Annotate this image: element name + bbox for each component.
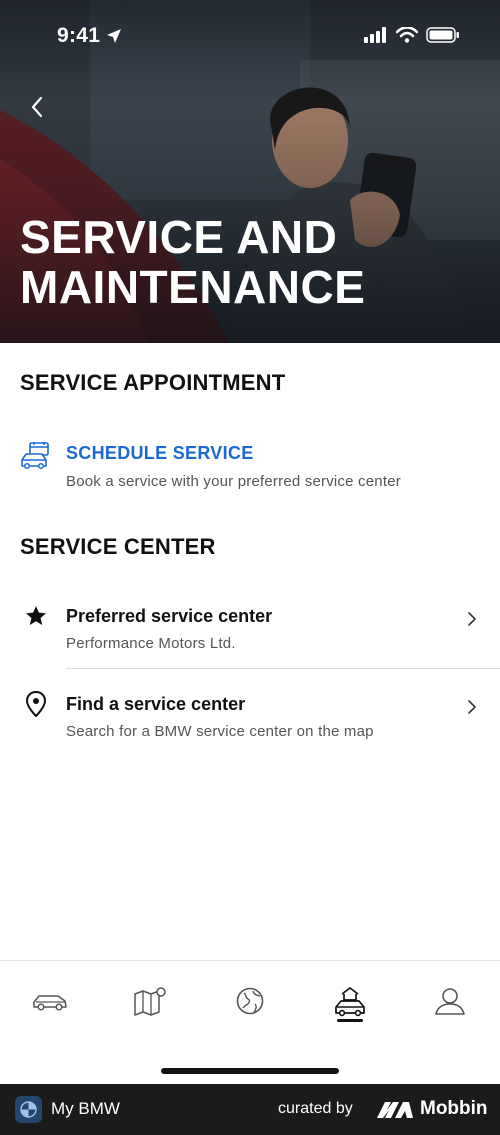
chevron-right-icon (468, 700, 476, 714)
map-icon (134, 987, 166, 1016)
wifi-icon (396, 27, 418, 43)
back-button[interactable] (22, 92, 52, 122)
active-tab-indicator (337, 1019, 363, 1022)
mobbin-logo-icon (377, 1102, 413, 1118)
footer-curated-by: curated by (278, 1100, 353, 1117)
schedule-service-subtitle: Book a service with your preferred servi… (66, 473, 401, 490)
page-title: SERVICE AND MAINTENANCE (20, 211, 366, 313)
star-icon (20, 600, 52, 632)
globe-icon (236, 987, 264, 1015)
status-bar: 9:41 (0, 0, 500, 76)
status-time: 9:41 (57, 24, 101, 47)
schedule-service-title: SCHEDULE SERVICE (66, 443, 254, 463)
find-service-center-item[interactable]: Find a service center Search for a BMW s… (0, 688, 500, 756)
find-service-center-subtitle: Search for a BMW service center on the m… (66, 723, 374, 740)
battery-icon (426, 27, 459, 43)
car-icon (33, 995, 67, 1011)
tab-map[interactable] (100, 979, 200, 1023)
preferred-service-center-title: Preferred service center (66, 606, 273, 626)
service-shop-icon (335, 987, 365, 1017)
location-pin-icon (20, 688, 52, 720)
footer-banner: My BMW curated by Mobbin (0, 1084, 500, 1135)
section-heading-service-center: SERVICE CENTER (20, 534, 216, 559)
section-heading-service-appointment: SERVICE APPOINTMENT (20, 370, 286, 395)
car-calendar-icon (20, 440, 52, 472)
home-indicator[interactable] (161, 1068, 339, 1074)
chevron-left-icon (31, 96, 43, 118)
footer-app-name: My BMW (51, 1099, 120, 1118)
preferred-service-center-subtitle: Performance Motors Ltd. (66, 635, 236, 652)
profile-icon (435, 988, 465, 1015)
preferred-service-center-item[interactable]: Preferred service center Performance Mot… (0, 600, 500, 668)
find-service-center-title: Find a service center (66, 694, 246, 714)
chevron-right-icon (468, 612, 476, 626)
schedule-service-link[interactable]: SCHEDULE SERVICE Book a service with you… (0, 438, 500, 494)
tab-discover[interactable] (200, 979, 300, 1023)
app-icon (15, 1096, 42, 1123)
hero-banner: 9:41 SERVICE AND MAINTENANCE (0, 0, 500, 343)
tab-profile[interactable] (400, 979, 500, 1023)
signal-icon (364, 27, 386, 43)
tab-service[interactable] (300, 979, 400, 1023)
tab-vehicle[interactable] (0, 979, 100, 1023)
footer-brand: Mobbin (420, 1098, 488, 1119)
location-arrow-icon (105, 27, 123, 50)
tab-bar (0, 960, 500, 1084)
status-indicators (364, 27, 460, 43)
divider (66, 668, 500, 669)
